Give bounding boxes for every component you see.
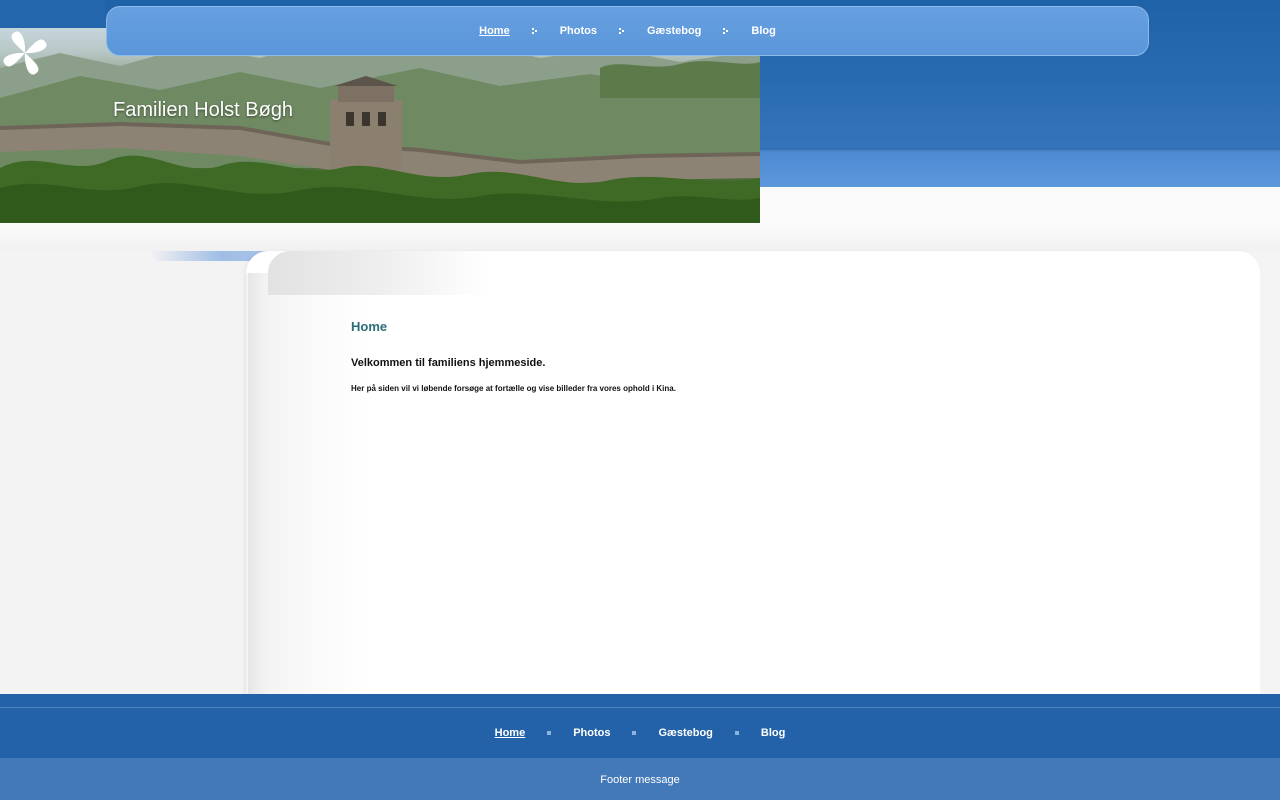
page-title: Home [351,319,388,334]
great-wall-scenery [0,38,760,223]
header-accent-strip [760,148,1280,187]
nav-link-blog[interactable]: Blog [729,7,797,55]
content-shadow-top [268,251,488,295]
header-corner [0,0,106,28]
arrow-separator-icon [723,27,729,35]
sidebar [0,251,246,694]
main-content [246,251,1260,694]
header-banner-image [0,28,760,223]
nav-link-photos[interactable]: Photos [538,7,619,55]
site-title: Familien Holst Bøgh [113,99,294,121]
footer-message: Footer message [0,758,1280,800]
content-shadow [248,273,368,694]
nav-link-home[interactable]: Home [457,7,532,55]
intro-text: Her på siden vil vi løbende forsøge at f… [351,384,676,393]
arrow-separator-icon [618,27,625,35]
welcome-text: Velkommen til familiens hjemmeside. [351,357,546,369]
propeller-logo-icon [3,31,47,75]
footer-link-blog[interactable]: Blog [739,727,807,739]
arrow-separator-icon [531,27,538,35]
footer-navigation: Home Photos Gæstebog Blog [0,694,1280,758]
header-light-strip [760,187,1280,223]
footer-link-guestbook[interactable]: Gæstebog [636,727,734,739]
page-band [0,223,1280,251]
footer-link-photos[interactable]: Photos [551,727,632,739]
footer-link-home[interactable]: Home [473,727,548,739]
nav-link-guestbook[interactable]: Gæstebog [625,7,723,55]
top-navigation: Home Photos Gæstebog Blog [106,6,1149,56]
